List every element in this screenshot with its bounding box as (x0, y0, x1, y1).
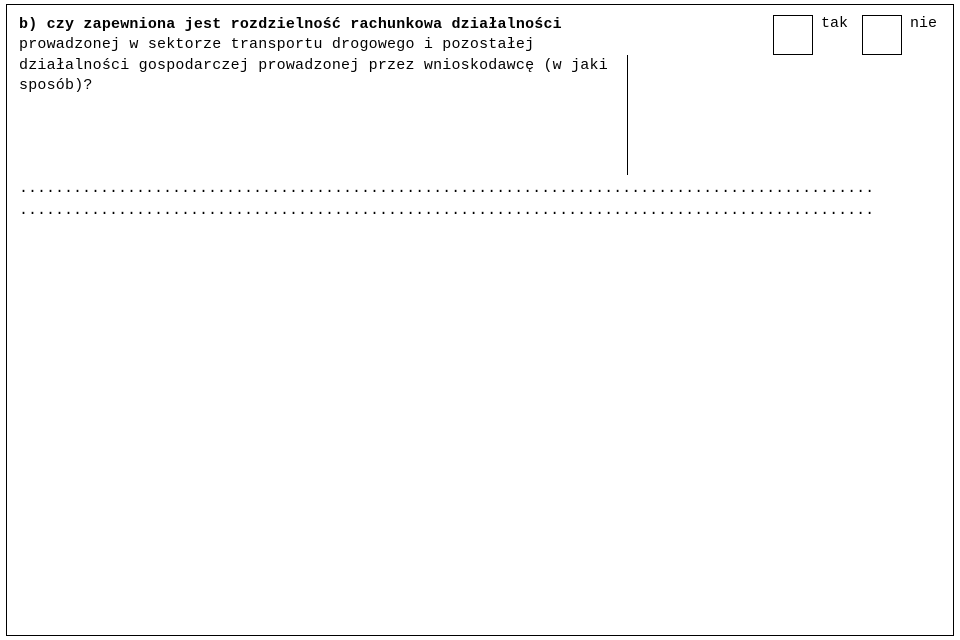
checkbox-yes[interactable] (773, 15, 813, 55)
option-no: nie (862, 15, 937, 55)
answer-line-2[interactable]: ........................................… (19, 198, 937, 220)
checkbox-group: tak nie (773, 15, 937, 55)
option-yes: tak (773, 15, 848, 55)
question-text: b) czy zapewniona jest rozdzielność rach… (19, 15, 627, 96)
label-yes: tak (821, 15, 848, 33)
answer-lines: ........................................… (19, 176, 937, 220)
form-section-box: b) czy zapewniona jest rozdzielność rach… (6, 4, 954, 636)
page: b) czy zapewniona jest rozdzielność rach… (0, 0, 960, 640)
question-line2: prowadzonej w sektorze transportu drogow… (19, 36, 534, 53)
question-line4: sposób)? (19, 77, 93, 94)
question-line1: b) czy zapewniona jest rozdzielność rach… (19, 16, 562, 33)
checkbox-no[interactable] (862, 15, 902, 55)
question-row: b) czy zapewniona jest rozdzielność rach… (19, 15, 937, 96)
label-no: nie (910, 15, 937, 33)
question-line3: działalności gospodarczej prowadzonej pr… (19, 57, 608, 74)
rule-vertical (627, 55, 628, 175)
answer-line-1[interactable]: ........................................… (19, 176, 937, 198)
